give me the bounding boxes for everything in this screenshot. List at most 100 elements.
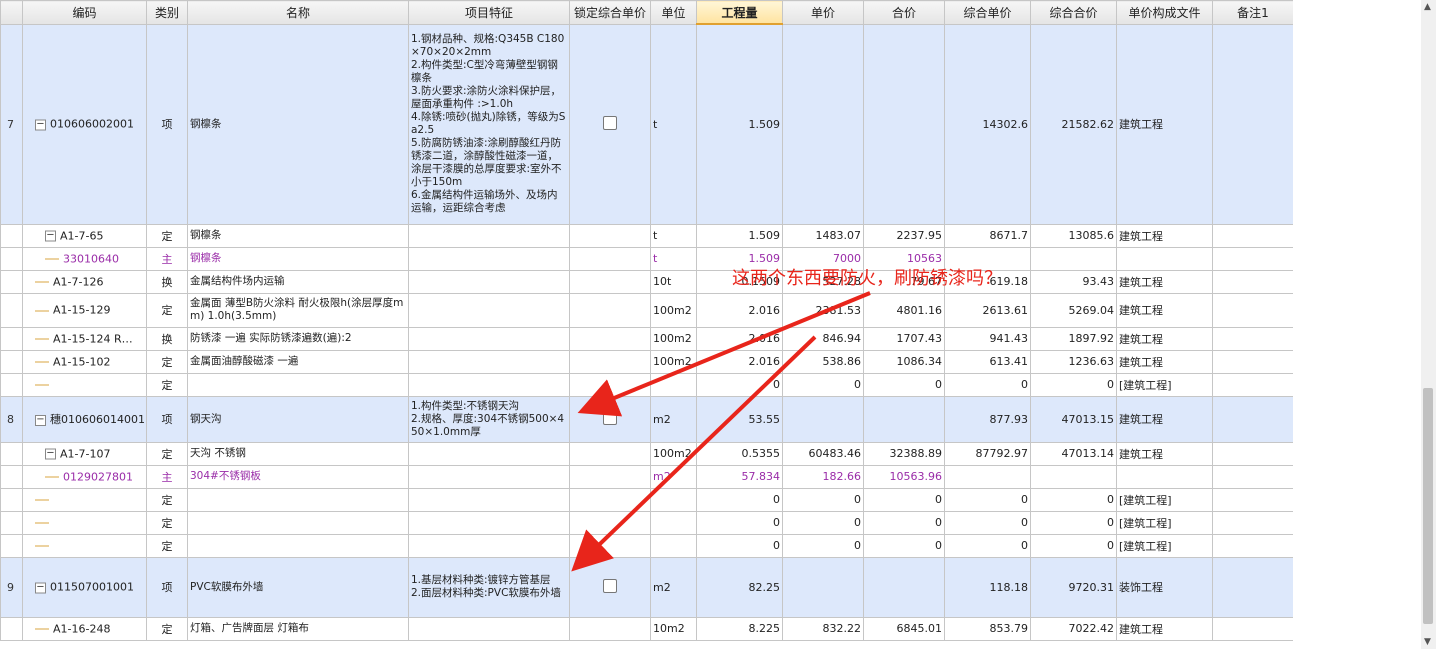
checkbox-icon[interactable] <box>603 410 617 425</box>
lock-cell[interactable] <box>569 464 651 489</box>
table-row[interactable]: 定 0 0 0 0 0 [建筑工程] <box>0 372 1293 397</box>
unit-cell[interactable]: 10m2 <box>650 616 697 641</box>
lock-cell[interactable] <box>569 616 651 641</box>
category-cell[interactable]: 定 <box>146 616 188 641</box>
comp-total-cell[interactable]: 1236.63 <box>1030 349 1117 374</box>
header-category[interactable]: 类别 <box>146 0 188 25</box>
category-cell[interactable]: 定 <box>146 292 188 328</box>
price-cell[interactable]: 0 <box>782 372 864 397</box>
table-row[interactable]: 定 0 0 0 0 0 [建筑工程] <box>0 533 1293 558</box>
qty-cell[interactable]: 2.016 <box>696 349 783 374</box>
total-cell[interactable]: 0 <box>863 510 945 535</box>
code-cell[interactable]: 33010640 <box>22 246 147 271</box>
checkbox-icon[interactable] <box>603 115 617 130</box>
features-cell[interactable]: 1.钢材品种、规格:Q345B C180×70×20×2mm 2.构件类型:C型冷… <box>408 23 570 225</box>
unit-cell[interactable]: 100m2 <box>650 292 697 328</box>
name-cell[interactable] <box>187 487 409 512</box>
code-cell[interactable]: − A1-7-107 <box>22 441 147 466</box>
total-cell[interactable]: 10563.96 <box>863 464 945 489</box>
comp-total-cell[interactable]: 21582.62 <box>1030 23 1117 225</box>
header-note[interactable]: 备注1 <box>1212 0 1293 25</box>
lock-cell[interactable] <box>569 441 651 466</box>
price-cell[interactable]: 60483.46 <box>782 441 864 466</box>
code-cell[interactable]: A1-15-102 <box>22 349 147 374</box>
table-row[interactable]: 0129027801 主 304#不锈钢板 m2 57.834 182.66 10563.9… <box>0 464 1293 489</box>
unit-cell[interactable]: t <box>650 23 697 225</box>
comp-price-cell[interactable]: 0 <box>944 372 1031 397</box>
price-cell[interactable]: 846.94 <box>782 326 864 351</box>
comp-price-cell[interactable]: 0 <box>944 510 1031 535</box>
minus-square-icon[interactable]: − <box>35 414 46 426</box>
table-row[interactable]: A1-15-102 定金属面油醇酸磁漆 一遍 100m2 2.016 538.86 108… <box>0 349 1293 374</box>
header-file[interactable]: 单价构成文件 <box>1116 0 1213 25</box>
lock-cell[interactable] <box>569 269 651 294</box>
file-cell[interactable]: 建筑工程 <box>1116 349 1213 374</box>
minus-square-icon[interactable]: − <box>45 230 56 242</box>
total-cell[interactable] <box>863 395 945 443</box>
code-cell[interactable]: A1-16-248 <box>22 616 147 641</box>
features-cell[interactable]: 1.构件类型:不锈钢天沟 2.规格、厚度:304不锈钢500×450×1.0mm厚 <box>408 395 570 443</box>
category-cell[interactable]: 定 <box>146 510 188 535</box>
file-cell[interactable]: 建筑工程 <box>1116 616 1213 641</box>
lock-cell[interactable] <box>569 487 651 512</box>
lock-cell[interactable] <box>569 395 651 443</box>
features-cell[interactable] <box>408 441 570 466</box>
qty-cell[interactable]: 1.509 <box>696 223 783 248</box>
unit-cell[interactable] <box>650 487 697 512</box>
code-cell[interactable]: A1-7-126 <box>22 269 147 294</box>
category-cell[interactable]: 定 <box>146 441 188 466</box>
header-features[interactable]: 项目特征 <box>408 0 570 25</box>
category-cell[interactable]: 定 <box>146 349 188 374</box>
category-cell[interactable]: 定 <box>146 223 188 248</box>
qty-cell[interactable]: 2.016 <box>696 292 783 328</box>
comp-total-cell[interactable]: 0 <box>1030 533 1117 558</box>
comp-total-cell[interactable]: 13085.6 <box>1030 223 1117 248</box>
note-cell[interactable] <box>1212 533 1293 558</box>
comp-price-cell[interactable]: 941.43 <box>944 326 1031 351</box>
minus-square-icon[interactable]: − <box>45 448 56 460</box>
name-cell[interactable]: 防锈漆 一遍 实际防锈漆遍数(遍):2 <box>187 326 409 351</box>
minus-square-icon[interactable]: − <box>35 582 46 593</box>
table-row[interactable]: 定 0 0 0 0 0 [建筑工程] <box>0 487 1293 512</box>
note-cell[interactable] <box>1212 326 1293 351</box>
note-cell[interactable] <box>1212 395 1293 443</box>
note-cell[interactable] <box>1212 556 1293 618</box>
note-cell[interactable] <box>1212 616 1293 641</box>
name-cell[interactable]: 钢檩条 <box>187 23 409 225</box>
code-cell[interactable] <box>22 372 147 397</box>
code-cell[interactable]: −010606002001 <box>22 23 147 225</box>
lock-cell[interactable] <box>569 23 651 225</box>
name-cell[interactable]: 金属面油醇酸磁漆 一遍 <box>187 349 409 374</box>
features-cell[interactable] <box>408 510 570 535</box>
category-cell[interactable]: 定 <box>146 372 188 397</box>
unit-cell[interactable]: 100m2 <box>650 326 697 351</box>
lock-cell[interactable] <box>569 326 651 351</box>
features-cell[interactable]: 1.基层材料种类:镀锌方管基层 2.面层材料种类:PVC软膜布外墙 <box>408 556 570 618</box>
table-row[interactable]: 33010640 主钢檩条 t 1.509 7000 10563 <box>0 246 1293 271</box>
table-row[interactable]: A1-7-126 换金属结构件场内运输 10t 0.1509 527.28 79.67 61… <box>0 269 1293 294</box>
features-cell[interactable] <box>408 464 570 489</box>
code-cell[interactable]: A1-15-124 R… <box>22 326 147 351</box>
name-cell[interactable]: 金属面 薄型B防火涂料 耐火极限h(涂层厚度mm) 1.0h(3.5mm) <box>187 292 409 328</box>
lock-cell[interactable] <box>569 223 651 248</box>
features-cell[interactable] <box>408 616 570 641</box>
category-cell[interactable]: 定 <box>146 487 188 512</box>
features-cell[interactable] <box>408 269 570 294</box>
scroll-up-icon[interactable]: ▲ <box>1424 2 1431 12</box>
total-cell[interactable] <box>863 556 945 618</box>
qty-cell[interactable]: 0 <box>696 372 783 397</box>
lock-cell[interactable] <box>569 246 651 271</box>
lock-cell[interactable] <box>569 292 651 328</box>
header-unit[interactable]: 单位 <box>650 0 697 25</box>
header-qty[interactable]: 工程量 <box>696 0 783 25</box>
file-cell[interactable]: 建筑工程 <box>1116 269 1213 294</box>
file-cell[interactable]: [建筑工程] <box>1116 510 1213 535</box>
category-cell[interactable]: 定 <box>146 533 188 558</box>
name-cell[interactable]: 金属结构件场内运输 <box>187 269 409 294</box>
category-cell[interactable]: 换 <box>146 269 188 294</box>
qty-cell[interactable]: 8.225 <box>696 616 783 641</box>
total-cell[interactable]: 32388.89 <box>863 441 945 466</box>
category-cell[interactable]: 换 <box>146 326 188 351</box>
features-cell[interactable] <box>408 533 570 558</box>
qty-cell[interactable]: 57.834 <box>696 464 783 489</box>
